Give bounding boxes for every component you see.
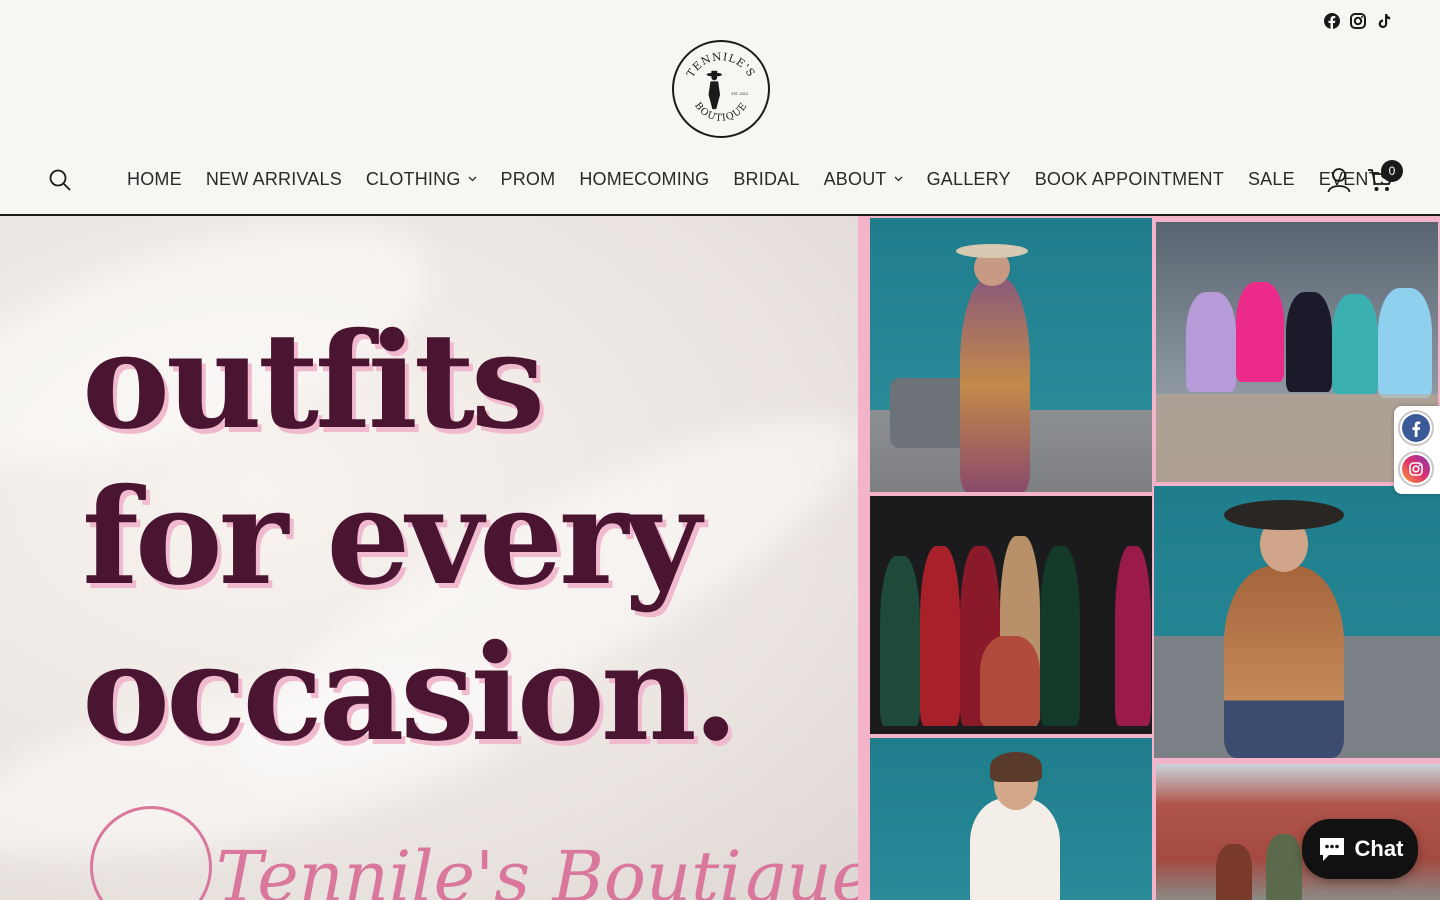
nav-item-about[interactable]: ABOUT (824, 166, 903, 192)
nav-item-new-arrivals[interactable]: NEW ARRIVALS (206, 166, 342, 192)
nav-item-prom[interactable]: PROM (501, 166, 556, 192)
hero-tagline: outfits for every occasion. (82, 304, 739, 771)
chat-button[interactable]: Chat (1302, 819, 1418, 879)
hero-photo-collage (858, 216, 1440, 900)
account-icon[interactable] (1327, 167, 1351, 193)
cart-count-badge: 0 (1381, 160, 1403, 182)
nav-item-sale[interactable]: SALE (1248, 166, 1295, 192)
social-links-top (1324, 12, 1392, 30)
search-icon[interactable] (48, 168, 72, 192)
nav-item-homecoming[interactable]: HOMECOMING (579, 166, 709, 192)
chevron-down-icon (468, 176, 476, 182)
nav-item-bridal[interactable]: BRIDAL (733, 166, 799, 192)
main-nav: HOME NEW ARRIVALS CLOTHING PROM HOMECOMI… (0, 160, 1440, 194)
facebook-share-icon[interactable] (1398, 410, 1434, 446)
chat-label: Chat (1354, 836, 1404, 861)
hero-banner[interactable]: outfits for every occasion. Tennile's Bo… (0, 216, 1440, 900)
collage-photo-floral-dress (870, 218, 1152, 492)
nav-item-book-appointment[interactable]: BOOK APPOINTMENT (1035, 166, 1224, 192)
chevron-down-icon (894, 176, 903, 182)
instagram-icon[interactable] (1350, 12, 1366, 30)
store-logo[interactable]: TENNILE'S BOUTIQUE EST. 2012 (672, 40, 770, 138)
nav-item-home[interactable]: HOME (127, 166, 182, 192)
nav-menu: HOME NEW ARRIVALS CLOTHING PROM HOMECOMI… (127, 166, 1392, 192)
svg-text:BOUTIQUE: BOUTIQUE (692, 100, 750, 123)
collage-photo-white-top (870, 738, 1152, 900)
hero-text-panel: outfits for every occasion. Tennile's Bo… (0, 216, 858, 900)
nav-item-gallery[interactable]: GALLERY (927, 166, 1011, 192)
collage-photo-floral-top (1154, 486, 1440, 758)
tiktok-icon[interactable] (1376, 12, 1392, 30)
brand-mark: Tennile's Boutique (90, 806, 858, 900)
chat-bubble-icon (1319, 838, 1344, 861)
instagram-share-icon[interactable] (1398, 451, 1434, 487)
nav-item-clothing[interactable]: CLOTHING (366, 166, 477, 192)
brand-script: Tennile's Boutique (216, 836, 858, 900)
svg-text:EST. 2012: EST. 2012 (732, 92, 749, 96)
facebook-icon[interactable] (1324, 12, 1340, 30)
collage-photo-prom-group (870, 496, 1152, 734)
site-header: TENNILE'S BOUTIQUE EST. 2012 HOME NEW AR… (0, 0, 1440, 216)
brand-seal (90, 806, 212, 900)
floating-social-bar (1394, 406, 1440, 494)
